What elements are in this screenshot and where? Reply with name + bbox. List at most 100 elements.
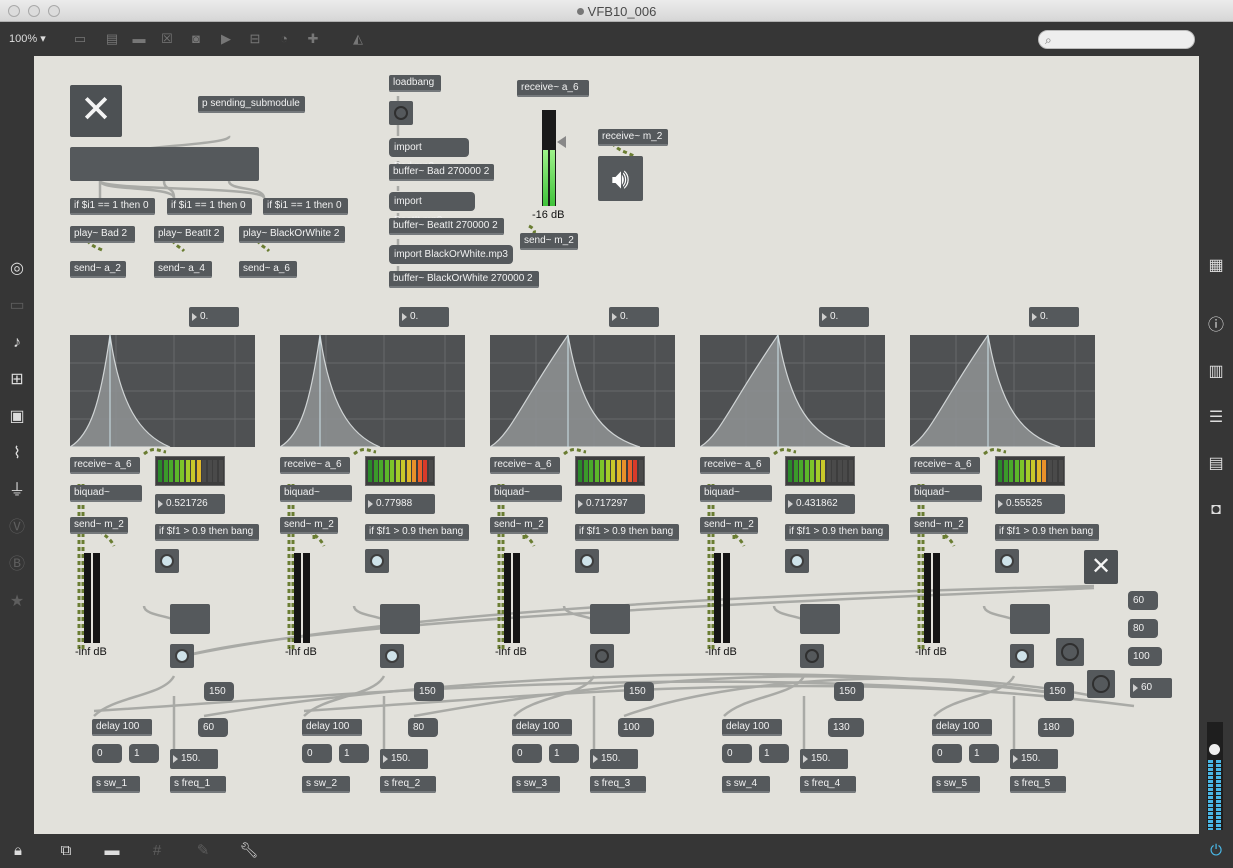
comment-icon[interactable]: ▬ [131,31,147,46]
beap-icon[interactable]: Ⓑ [6,555,28,575]
receive-object-3[interactable]: receive~ a_6 [490,457,560,474]
bang-lower-4[interactable] [800,644,824,668]
buffer-beatit-object[interactable]: buffer~ BeatIt 270000 2 [389,218,504,235]
msg-one-2[interactable]: 1 [339,744,369,763]
condition-object-2[interactable]: if $f1 > 0.9 then bang [365,524,469,541]
gate-value-1[interactable]: 60 [198,718,228,737]
gate-switch-5[interactable] [1010,604,1050,634]
send-object-ch-2[interactable]: send~ m_2 [280,517,338,534]
mixer-object[interactable] [70,147,259,181]
delay-object-1[interactable]: delay 100 [92,719,152,736]
book-icon[interactable]: ▥ [1205,362,1227,382]
freq-value-4[interactable]: 150. [800,749,848,769]
paperclip-icon[interactable]: ⌇ [6,444,28,464]
patcher-canvas[interactable]: ✕ p sending_submodule if $i1 == 1 then 0… [34,56,1199,834]
gain-fader[interactable] [542,110,556,206]
level-number-4[interactable]: 0.431862 [785,494,855,514]
biquad-object-2[interactable]: biquad~ [280,485,352,502]
buffer-blackorwhite-object[interactable]: buffer~ BlackOrWhite 270000 2 [389,271,539,288]
send-freq-object-4[interactable]: s freq_4 [800,776,856,793]
msg-150-1[interactable]: 150 [204,682,234,701]
condition-object-4[interactable]: if $f1 > 0.9 then bang [785,524,889,541]
msg-zero-3[interactable]: 0 [512,744,542,763]
submodule-object[interactable]: p sending_submodule [198,96,305,113]
receive-object-4[interactable]: receive~ a_6 [700,457,770,474]
reference-icon[interactable]: ▤ [1205,454,1227,474]
presentation-toggle-icon[interactable]: ▤ [104,31,120,46]
filtergraph-1[interactable] [70,335,255,447]
delay-object-5[interactable]: delay 100 [932,719,992,736]
freq-number-5[interactable]: 0. [1029,307,1079,327]
if-object-3[interactable]: if $i1 == 1 then 0 [263,198,348,215]
import-blackorwhite-message[interactable]: import BlackOrWhite.mp3 [389,245,513,264]
gate-value-3[interactable]: 100 [618,718,654,737]
msg-60[interactable]: 60 [1128,591,1158,610]
play-object-3[interactable]: play~ BlackOrWhite 2 [239,226,345,243]
bang-button-right-2[interactable] [1087,670,1115,698]
audio-power-icon[interactable]: ⏻ [1206,842,1226,860]
snap-icon[interactable]: ✎ [193,842,213,860]
freq-number-1[interactable]: 0. [189,307,239,327]
bang-2[interactable] [365,549,389,573]
list-icon[interactable]: ☰ [1205,408,1227,428]
add-object-icon[interactable]: ✚ [305,31,321,46]
buffer-bad-object[interactable]: buffer~ Bad 270000 2 [389,164,494,181]
object-box-icon[interactable]: ☒ [159,31,175,46]
bang-1[interactable] [155,549,179,573]
receive-object-2[interactable]: receive~ a_6 [280,457,350,474]
msg-150-2[interactable]: 150 [414,682,444,701]
send-sw-object-5[interactable]: s sw_5 [932,776,980,793]
paint-bucket-icon[interactable]: ◭ [350,31,366,46]
toggle-x-button[interactable]: ✕ [70,85,122,137]
msg-zero-5[interactable]: 0 [932,744,962,763]
msg-zero-1[interactable]: 0 [92,744,122,763]
grid-toggle-icon[interactable]: # [147,842,167,860]
bang-4[interactable] [785,549,809,573]
filtergraph-2[interactable] [280,335,465,447]
bang-5[interactable] [995,549,1019,573]
condition-object-3[interactable]: if $f1 > 0.9 then bang [575,524,679,541]
msg-150-5[interactable]: 150 [1044,682,1074,701]
receive-object-1[interactable]: receive~ a_6 [70,457,140,474]
delay-object-3[interactable]: delay 100 [512,719,572,736]
receive-m2-object[interactable]: receive~ m_2 [598,129,668,146]
level-number-2[interactable]: 0.77988 [365,494,435,514]
send-sw-object-2[interactable]: s sw_2 [302,776,350,793]
msg-150-3[interactable]: 150 [624,682,654,701]
filtergraph-3[interactable] [490,335,675,447]
bang-lower-1[interactable] [170,644,194,668]
bang-3[interactable] [575,549,599,573]
level-number-1[interactable]: 0.521726 [155,494,225,514]
media-icon[interactable]: ⊞ [6,370,28,390]
msg-one-1[interactable]: 1 [129,744,159,763]
biquad-object-4[interactable]: biquad~ [700,485,772,502]
freq-value-5[interactable]: 150. [1010,749,1058,769]
loadbang-bang[interactable] [389,101,413,125]
msg-one-4[interactable]: 1 [759,744,789,763]
biquad-object-3[interactable]: biquad~ [490,485,562,502]
filtergraph-5[interactable] [910,335,1095,447]
lock-icon[interactable]: 🔒︎ [8,842,28,860]
bang-lower-3[interactable] [590,644,614,668]
if-object-2[interactable]: if $i1 == 1 then 0 [167,198,252,215]
new-view-icon[interactable]: ⧉ [56,842,76,860]
image-icon[interactable]: ▣ [6,407,28,427]
gate-switch-2[interactable] [380,604,420,634]
send-object-1[interactable]: send~ a_2 [70,261,126,278]
presentation-icon[interactable]: ▭ [6,296,28,316]
receive-a6-object[interactable]: receive~ a_6 [517,80,589,97]
freq-number-3[interactable]: 0. [609,307,659,327]
send-freq-object-3[interactable]: s freq_3 [590,776,646,793]
music-note-icon[interactable]: ♪ [6,333,28,353]
play-object-icon[interactable]: ▶ [218,31,234,46]
send-object-3[interactable]: send~ a_6 [239,261,297,278]
wrench-icon[interactable]: 🔧︎ [239,842,259,860]
condition-object-5[interactable]: if $f1 > 0.9 then bang [995,524,1099,541]
filtergraph-4[interactable] [700,335,885,447]
target-icon[interactable]: ◎ [6,259,28,279]
bang-object-icon[interactable]: ◙ [188,31,204,46]
loadbang-object[interactable]: loadbang [389,75,441,92]
level-number-3[interactable]: 0.717297 [575,494,645,514]
plug-icon[interactable]: ⏚ [6,481,28,501]
send-object-ch-4[interactable]: send~ m_2 [700,517,758,534]
